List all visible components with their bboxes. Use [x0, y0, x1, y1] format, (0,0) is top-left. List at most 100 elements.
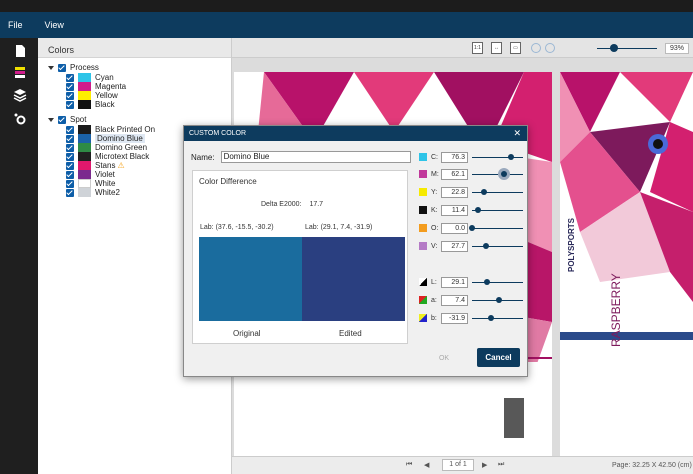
item-checkbox[interactable] [66, 100, 74, 109]
color-item-label: Black [95, 100, 115, 109]
channel-label: L: [431, 278, 437, 286]
slider-handle[interactable] [480, 189, 487, 195]
slider-handle[interactable] [507, 154, 514, 160]
channel-value-input[interactable]: 76.3 [441, 151, 468, 163]
menu-view[interactable]: View [45, 20, 64, 30]
color-group-process[interactable]: Process [48, 63, 99, 72]
page-prev-icon[interactable]: ◀ [424, 461, 429, 469]
color-group-spot[interactable]: Spot [48, 115, 86, 124]
channel-label: C: [431, 153, 438, 161]
channel-value-input[interactable]: 27.7 [441, 240, 468, 252]
color-swatch [78, 179, 91, 188]
channel-value-input[interactable]: -31.9 [441, 312, 468, 324]
page-last-icon[interactable]: ⏭ [498, 461, 504, 469]
lab-slider-row: L: 29.1 [419, 276, 523, 288]
cancel-button[interactable]: Cancel [477, 348, 520, 367]
color-swatch [78, 82, 91, 91]
zoom-value[interactable]: 93% [665, 43, 689, 54]
slider-handle[interactable] [483, 243, 490, 249]
item-checkbox[interactable] [66, 73, 74, 82]
item-checkbox[interactable] [66, 152, 74, 161]
item-checkbox[interactable] [66, 179, 74, 188]
zoom-slider-handle[interactable] [610, 44, 618, 52]
slider-handle[interactable] [469, 225, 475, 231]
document-icon[interactable] [13, 44, 27, 58]
channel-value-input[interactable]: 0.0 [441, 222, 468, 234]
channel-slider-row: C: 76.3 [419, 151, 523, 163]
name-input[interactable]: Domino Blue [220, 151, 411, 163]
channel-value-input[interactable]: 7.4 [441, 294, 468, 306]
channel-slider[interactable] [472, 151, 523, 163]
color-item-label: White2 [95, 188, 120, 197]
slider-handle[interactable] [496, 297, 503, 303]
channel-slider[interactable] [469, 222, 523, 234]
channel-value-input[interactable]: 22.8 [441, 186, 468, 198]
channel-label: a: [431, 296, 437, 304]
zoom-slider[interactable] [597, 48, 657, 49]
channel-value-input[interactable]: 62.1 [441, 168, 468, 180]
page-next-icon[interactable]: ▶ [482, 461, 487, 469]
channel-slider[interactable] [472, 276, 523, 288]
fit-page-button[interactable]: ▭ [510, 42, 521, 54]
color-swatch [78, 188, 91, 197]
channel-slider[interactable] [472, 312, 523, 324]
color-item[interactable]: Cyan [66, 73, 226, 82]
channel-slider-row: Y: 22.8 [419, 186, 523, 198]
fit-width-button[interactable]: ↔ [491, 42, 502, 54]
ok-button[interactable]: OK [429, 351, 459, 367]
group-label: Process [70, 63, 99, 72]
color-item-label: Stans [95, 161, 116, 170]
item-checkbox[interactable] [66, 143, 74, 152]
zoom-out-icon[interactable] [545, 43, 555, 53]
a-axis-icon [419, 296, 427, 304]
channel-value-input[interactable]: 11.4 [441, 204, 468, 216]
left-toolbar [0, 38, 38, 474]
color-item[interactable]: Magenta [66, 82, 226, 91]
close-icon[interactable]: ✕ [513, 128, 521, 139]
item-checkbox[interactable] [66, 82, 74, 91]
page-first-icon[interactable]: ⏮ [406, 461, 412, 469]
expand-arrow-icon[interactable] [48, 65, 54, 70]
group-checkbox[interactable] [58, 63, 66, 72]
slider-handle[interactable] [483, 279, 490, 285]
item-checkbox[interactable] [66, 161, 74, 170]
expand-arrow-icon[interactable] [48, 117, 54, 122]
delta-e-value: 17.7 [309, 201, 324, 208]
group-checkbox[interactable] [58, 115, 66, 124]
slider-handle[interactable] [474, 207, 481, 213]
channel-slider-row: M: 62.1 [419, 168, 523, 180]
colors-icon[interactable] [13, 66, 27, 80]
channel-slider[interactable] [472, 168, 523, 180]
svg-text:RASPBERRY: RASPBERRY [609, 273, 623, 347]
page-size-label: Page: 32.25 X 42.50 (cm) [612, 462, 692, 469]
channel-slider[interactable] [472, 240, 523, 252]
color-item[interactable]: Black [66, 100, 226, 109]
item-checkbox[interactable] [66, 125, 74, 134]
color-swatch [78, 91, 91, 100]
channel-slider[interactable] [472, 204, 523, 216]
zoom-in-icon[interactable] [531, 43, 541, 53]
settings-icon[interactable] [13, 112, 27, 126]
actual-size-button[interactable]: 1:1 [472, 42, 483, 54]
color-item[interactable]: Yellow [66, 91, 226, 100]
page-indicator[interactable]: 1 of 1 [442, 459, 474, 471]
edited-swatch [302, 237, 405, 321]
color-item-label: Yellow [95, 91, 118, 100]
color-item-label: Domino Blue [95, 134, 145, 143]
warning-icon: ⚠ [117, 161, 125, 170]
item-checkbox[interactable] [66, 188, 74, 197]
channel-slider[interactable] [472, 186, 523, 198]
layers-icon[interactable] [13, 88, 27, 102]
slider-handle[interactable] [488, 315, 495, 321]
item-checkbox[interactable] [66, 91, 74, 100]
menu-file[interactable]: File [8, 20, 23, 30]
original-swatch [199, 237, 302, 321]
slider-handle[interactable] [500, 171, 507, 177]
color-swatch [78, 170, 91, 179]
color-swatch [78, 161, 91, 170]
dialog-title: CUSTOM COLOR [189, 130, 247, 137]
channel-value-input[interactable]: 29.1 [441, 276, 468, 288]
channel-slider[interactable] [472, 294, 523, 306]
item-checkbox[interactable] [66, 170, 74, 179]
item-checkbox[interactable] [66, 134, 74, 143]
